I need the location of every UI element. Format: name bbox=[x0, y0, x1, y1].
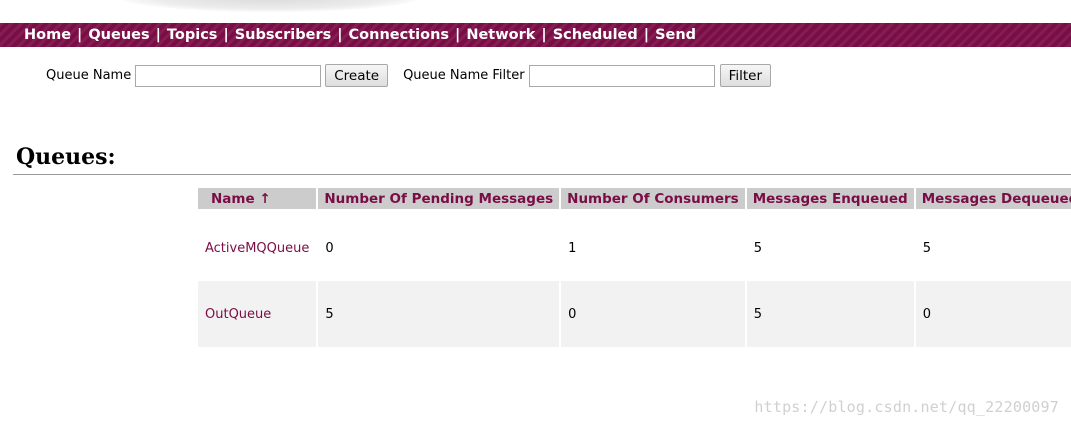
table-header-row: Name ↑ Number Of Pending Messages Number… bbox=[198, 188, 1071, 209]
queue-form: Queue Name Create Queue Name Filter Filt… bbox=[46, 64, 772, 87]
queues-table: Name ↑ Number Of Pending Messages Number… bbox=[196, 188, 1071, 347]
column-header-name[interactable]: Name ↑ bbox=[198, 188, 317, 209]
dequeued-cell: 0 bbox=[915, 281, 1071, 347]
queue-filter-label: Queue Name Filter bbox=[403, 68, 525, 83]
column-header-dequeued[interactable]: Messages Dequeued bbox=[915, 188, 1071, 209]
logo-image bbox=[120, 0, 420, 12]
activemq-admin-page: Home | Queues | Topics | Subscribers | C… bbox=[0, 0, 1071, 427]
table-row: ActiveMQQueue 0 1 5 5 bbox=[198, 215, 1071, 281]
queue-name-cell: OutQueue bbox=[198, 281, 317, 347]
create-button[interactable]: Create bbox=[325, 64, 389, 87]
filter-button[interactable]: Filter bbox=[719, 64, 772, 87]
nav-queues[interactable]: Queues bbox=[88, 27, 149, 43]
nav-separator: | bbox=[337, 27, 343, 43]
table-row: OutQueue 5 0 5 0 bbox=[198, 281, 1071, 347]
dequeued-cell: 5 bbox=[915, 215, 1071, 281]
nav-separator: | bbox=[643, 27, 650, 43]
heading-divider bbox=[13, 174, 1071, 175]
consumers-cell: 0 bbox=[561, 281, 745, 347]
queue-filter-input[interactable] bbox=[528, 64, 715, 87]
enqueued-cell: 5 bbox=[746, 281, 914, 347]
nav-subscribers[interactable]: Subscribers bbox=[235, 27, 332, 43]
nav-send[interactable]: Send bbox=[655, 27, 696, 43]
queue-name-input[interactable] bbox=[135, 64, 322, 87]
page-title: Queues: bbox=[16, 144, 116, 170]
queue-link[interactable]: ActiveMQQueue bbox=[205, 241, 309, 256]
column-header-consumers[interactable]: Number Of Consumers bbox=[561, 188, 745, 209]
queue-name-label: Queue Name bbox=[46, 68, 132, 83]
consumers-cell: 1 bbox=[561, 215, 745, 281]
nav-home[interactable]: Home bbox=[24, 27, 71, 43]
nav-separator: | bbox=[155, 27, 161, 43]
queue-name-cell: ActiveMQQueue bbox=[198, 215, 317, 281]
pending-cell: 5 bbox=[318, 281, 560, 347]
column-header-enqueued[interactable]: Messages Enqueued bbox=[746, 188, 914, 209]
nav-separator: | bbox=[455, 27, 461, 43]
nav-separator: | bbox=[541, 27, 547, 43]
nav-separator: | bbox=[77, 27, 83, 43]
nav-network[interactable]: Network bbox=[466, 27, 535, 43]
pending-cell: 0 bbox=[318, 215, 560, 281]
nav-topics[interactable]: Topics bbox=[167, 27, 218, 43]
nav-separator: | bbox=[223, 27, 229, 43]
queue-link[interactable]: OutQueue bbox=[205, 307, 271, 322]
nav-scheduled[interactable]: Scheduled bbox=[553, 27, 638, 43]
watermark-text: https://blog.csdn.net/qq_22200097 bbox=[754, 398, 1059, 416]
main-nav: Home | Queues | Topics | Subscribers | C… bbox=[0, 23, 1071, 47]
nav-connections[interactable]: Connections bbox=[349, 27, 450, 43]
enqueued-cell: 5 bbox=[746, 215, 914, 281]
column-header-pending[interactable]: Number Of Pending Messages bbox=[318, 188, 560, 209]
